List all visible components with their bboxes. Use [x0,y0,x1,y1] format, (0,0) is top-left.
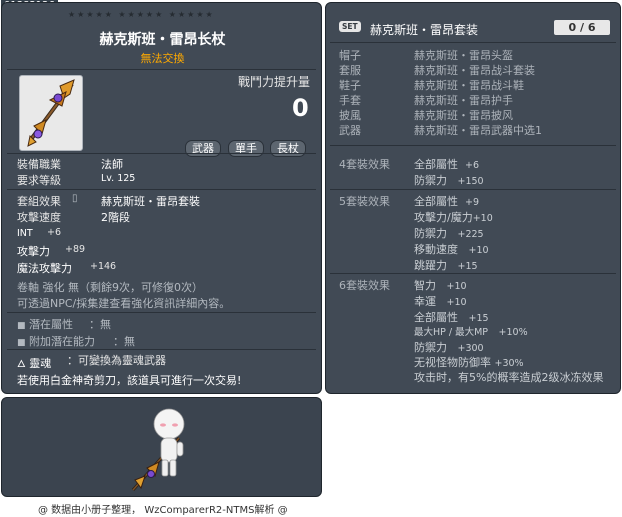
divider [330,189,616,190]
potential-value: ：無 [89,318,111,331]
set-label: 套組效果 [17,195,61,208]
matk-label: 魔法攻擊力 [17,262,72,275]
set-value: 赫克斯班・雷昂套裝 [101,195,200,208]
set-row: 套組效果 ▯ 赫克斯班・雷昂套裝 [17,193,200,209]
set-part-item: 赫克斯班・雷昂护手 [414,94,513,107]
combat-power-label: 戰鬥力提升量 [238,75,311,89]
level-label: 要求等級 [17,174,61,187]
set-effect-line: 防禦力 +300 [414,341,484,354]
staff-icon [27,79,75,147]
divider [330,273,616,274]
job-value: 法師 [101,158,123,171]
tag-staff: 長杖 [270,140,306,157]
set-effect-line: 全部屬性 +9 [414,195,480,208]
divider [7,312,316,313]
tag-weapon: 武器 [185,140,221,157]
set-part-slot: 鞋子 [339,79,361,92]
set-part-item: 赫克斯班・雷昂头盔 [414,49,513,62]
int-label: INT [17,228,33,239]
divider [330,145,616,146]
set-effect-line: 最大HP / 最大MP +10% [414,327,528,338]
star-force-stars: ★★★★★ ★★★★★ ★★★★★ [68,10,215,19]
potential-icon: ■ [17,321,26,331]
set-effect-line: 移動速度 +10 [414,243,489,256]
set-part-item: 赫克斯班・雷昂战斗套装 [414,64,535,77]
soul-value: ：可變換為靈魂武器 [67,354,166,367]
atk-row: 攻擊力 +89 [17,243,85,259]
set-part-slot: 披風 [339,109,361,122]
set-effect-line: 全部屬性 +15 [414,311,489,324]
set-effect-label: 6套裝效果 [339,279,390,292]
scissors-line: 若使用白金神奇剪刀，該道具可進行一次交易! [17,374,242,387]
scroll-upgrade-line: 卷軸 強化 無（剩餘9次，可修復0次） [17,281,203,294]
speed-value: 2階段 [101,211,130,224]
add-potential-label: 附加潛在能力 [29,335,96,348]
matk-value: +146 [90,261,117,272]
set-part-slot: 帽子 [339,49,361,62]
speed-label: 攻擊速度 [17,211,61,224]
set-effect-line: 攻擊力/魔力+10 [414,211,493,224]
set-effect-label: 4套裝效果 [339,158,390,171]
lock-icon: ▯ [72,193,78,204]
trade-status: 無法交換 [140,52,185,65]
set-effect-line: 防禦力 +225 [414,227,484,240]
set-title: 赫克斯班・雷昂套装 [370,23,479,37]
soul-row: 🜂 靈魂 ：可變換為靈魂武器 [17,352,166,373]
character-preview-panel [1,397,322,497]
atk-label: 攻擊力 [17,245,50,258]
footer-credit: @ 数据由小册子整理， WzComparerR2-NTMS解析 @ [38,505,288,516]
item-name: 赫克斯班・雷昂长杖 [99,32,226,48]
add-potential-value: ：無 [113,335,135,348]
job-row: 裝備職業 法師 [17,156,123,172]
set-part-item: 赫克斯班・雷昂武器中选1 [414,124,542,137]
divider [7,349,316,350]
set-effect-line: 幸運 +10 [414,295,467,308]
divider [330,42,616,43]
character-preview-icon [131,408,185,491]
set-effect-line: 无视怪物防御率 +30% [414,356,524,369]
add-potential-icon: ■ [17,338,26,348]
set-part-slot: 手套 [339,94,361,107]
set-effect-line: 智力 +10 [414,279,467,292]
combat-power-value: 0 [292,94,309,122]
item-tooltip-panel: ★★★★★ ★★★★★ ★★★★★ 赫克斯班・雷昂长杖 無法交換 戰鬥力提升量 … [1,2,322,394]
soul-label: 靈魂 [29,357,52,370]
soul-flame-icon: 🜂 [17,359,26,370]
potential-label: 潛在屬性 [29,318,74,331]
atk-value: +89 [65,244,86,255]
job-label: 裝備職業 [17,158,61,171]
divider [7,69,316,70]
set-part-slot: 套服 [339,64,361,77]
npc-info-line: 可透過NPC/採集建查看強化資訊詳細內容。 [17,297,231,310]
level-value: Lv. 125 [101,173,136,184]
tag-one-handed: 單手 [228,140,264,157]
int-value: +6 [47,227,62,238]
set-effect-label: 5套裝效果 [339,195,390,208]
matk-row: 魔法攻擊力 +146 [17,260,116,276]
set-effect-line: 防禦力 +150 [414,174,484,187]
divider [7,153,316,154]
potential-row: ■ 潛在屬性 ：無 [17,316,111,332]
set-part-item: 赫克斯班・雷昂战斗鞋 [414,79,524,92]
add-potential-row: ■ 附加潛在能力 ：無 [17,333,135,349]
int-row: INT +6 [17,226,61,239]
item-icon-frame [19,75,83,151]
set-part-slot: 武器 [339,124,361,137]
set-badge: SET [339,21,361,32]
set-info-panel: SET 赫克斯班・雷昂套装 0 / 6 帽子 赫克斯班・雷昂头盔 套服 赫克斯班… [325,2,621,394]
set-effect-line: 攻击时，有5%的概率造成2级冰冻效果 [414,371,604,384]
level-row: 要求等級 Lv. 125 [17,172,135,188]
set-count: 0 / 6 [554,20,610,35]
set-part-item: 赫克斯班・雷昂披风 [414,109,513,122]
speed-row: 攻擊速度 2階段 [17,209,130,225]
set-effect-line: 跳躍力 +15 [414,259,478,272]
set-effect-line: 全部屬性 +6 [414,158,480,171]
divider [7,189,316,190]
